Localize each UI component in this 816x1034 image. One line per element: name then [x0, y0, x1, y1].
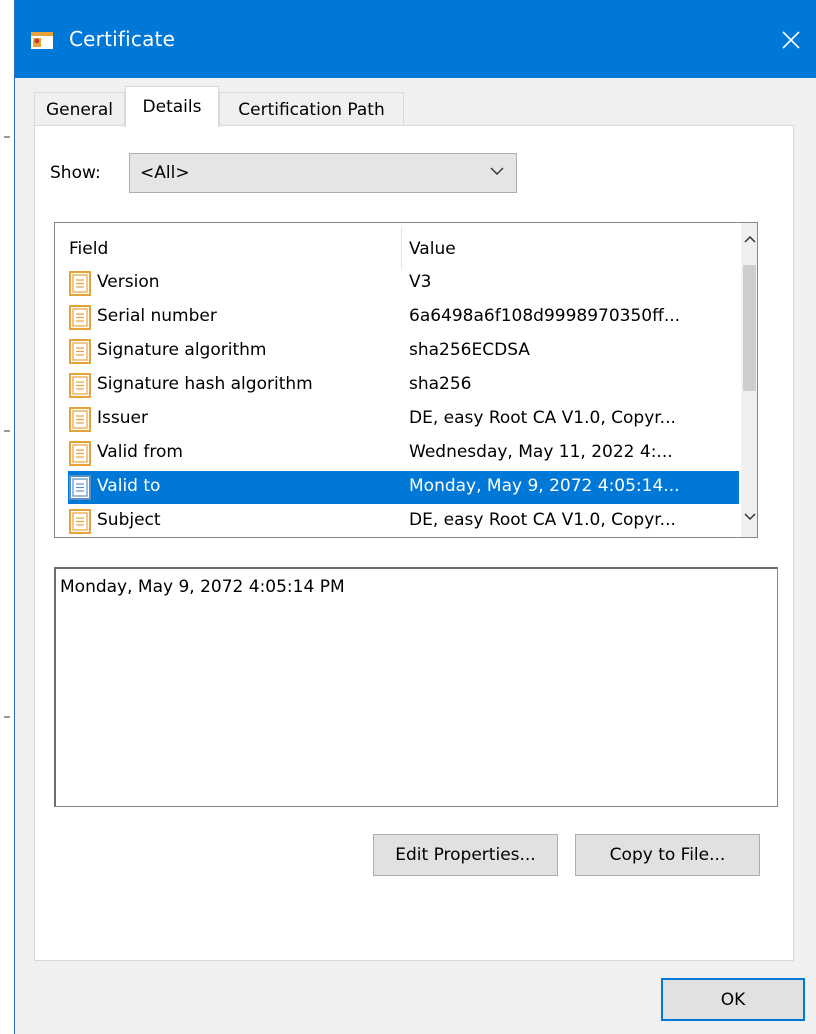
- copy-to-file-label: Copy to File...: [609, 845, 726, 865]
- field-name: Serial number: [97, 306, 217, 326]
- column-header-field[interactable]: Field: [69, 239, 108, 259]
- list-header: Field Value: [55, 223, 740, 273]
- title-bar[interactable]: Certificate: [15, 0, 816, 78]
- chevron-down-icon: [490, 167, 504, 175]
- field-value-detail-text: Monday, May 9, 2072 4:05:14 PM: [60, 577, 345, 597]
- scroll-up-button[interactable]: [741, 229, 757, 253]
- list-scrollbar[interactable]: [741, 223, 757, 537]
- certificate-field-icon: [69, 441, 91, 466]
- list-item[interactable]: Signature hash algorithm sha256: [55, 369, 740, 402]
- field-value: sha256: [409, 374, 472, 394]
- list-item[interactable]: Signature algorithm sha256ECDSA: [55, 335, 740, 368]
- tab-general[interactable]: General: [34, 92, 125, 126]
- field-value: V3: [409, 272, 432, 292]
- certificate-field-icon: [69, 339, 91, 364]
- list-item[interactable]: Serial number 6a6498a6f108d9998970350ff..…: [55, 301, 740, 334]
- certificate-field-icon: [69, 407, 91, 432]
- tab-details-label: Details: [142, 97, 202, 117]
- copy-to-file-button[interactable]: Copy to File...: [575, 834, 760, 876]
- column-header-value[interactable]: Value: [409, 239, 456, 259]
- field-name: Valid from: [97, 442, 183, 462]
- scrollbar-thumb[interactable]: [743, 265, 756, 391]
- tab-general-label: General: [46, 99, 113, 120]
- tab-certification-path-label: Certification Path: [238, 99, 385, 120]
- field-value: sha256ECDSA: [409, 340, 530, 360]
- window-title: Certificate: [69, 27, 176, 51]
- certificate-field-icon: [69, 373, 91, 398]
- certificate-field-icon: [69, 509, 91, 534]
- field-value-detail-box[interactable]: Monday, May 9, 2072 4:05:14 PM: [54, 567, 778, 807]
- field-name: Issuer: [97, 408, 148, 428]
- field-value: DE, easy Root CA V1.0, Copyr...: [409, 408, 676, 428]
- field-name: Valid to: [97, 476, 161, 496]
- list-item[interactable]: Valid to Monday, May 9, 2072 4:05:14...: [55, 471, 740, 504]
- field-name: Version: [97, 272, 160, 292]
- field-name: Signature hash algorithm: [97, 374, 313, 394]
- edit-properties-label: Edit Properties...: [395, 845, 536, 865]
- ok-label: OK: [720, 989, 746, 1010]
- field-value: Monday, May 9, 2072 4:05:14...: [409, 476, 680, 496]
- desktop-background-strip: [0, 0, 14, 1034]
- list-item[interactable]: Valid from Wednesday, May 11, 2022 4:...: [55, 437, 740, 470]
- column-divider[interactable]: [401, 227, 402, 269]
- list-item[interactable]: Version V3: [55, 267, 740, 300]
- certificate-field-icon: [69, 475, 91, 500]
- show-label: Show:: [50, 163, 101, 183]
- edit-properties-button[interactable]: Edit Properties...: [373, 834, 558, 876]
- certificate-field-icon: [69, 271, 91, 296]
- field-name: Subject: [97, 510, 161, 530]
- field-value: Wednesday, May 11, 2022 4:...: [409, 442, 673, 462]
- close-icon: [782, 31, 800, 49]
- show-dropdown[interactable]: <All>: [129, 153, 517, 193]
- certificate-fields-list[interactable]: Field Value Version V3 Serial number 6a6498…: [54, 222, 758, 538]
- chevron-up-icon: [743, 235, 756, 243]
- field-value: DE, easy Root CA V1.0, Copyr...: [409, 510, 676, 530]
- ok-button[interactable]: OK: [661, 978, 805, 1021]
- field-name: Signature algorithm: [97, 340, 267, 360]
- tab-certification-path[interactable]: Certification Path: [219, 92, 404, 126]
- scroll-down-button[interactable]: [741, 507, 757, 531]
- certificate-dialog: Certificate General Details Certificatio…: [14, 0, 816, 1034]
- tab-details[interactable]: Details: [125, 86, 219, 127]
- certificate-field-icon: [69, 305, 91, 330]
- list-item[interactable]: Subject DE, easy Root CA V1.0, Copyr...: [55, 505, 740, 537]
- list-item[interactable]: Issuer DE, easy Root CA V1.0, Copyr...: [55, 403, 740, 436]
- details-panel: Show: <All> Field Value Version V3 Serial …: [34, 125, 794, 961]
- chevron-down-icon: [743, 513, 756, 521]
- field-value: 6a6498a6f108d9998970350ff...: [409, 306, 681, 326]
- certificate-icon: [31, 32, 53, 49]
- close-button[interactable]: [766, 18, 816, 62]
- show-dropdown-value: <All>: [140, 163, 190, 183]
